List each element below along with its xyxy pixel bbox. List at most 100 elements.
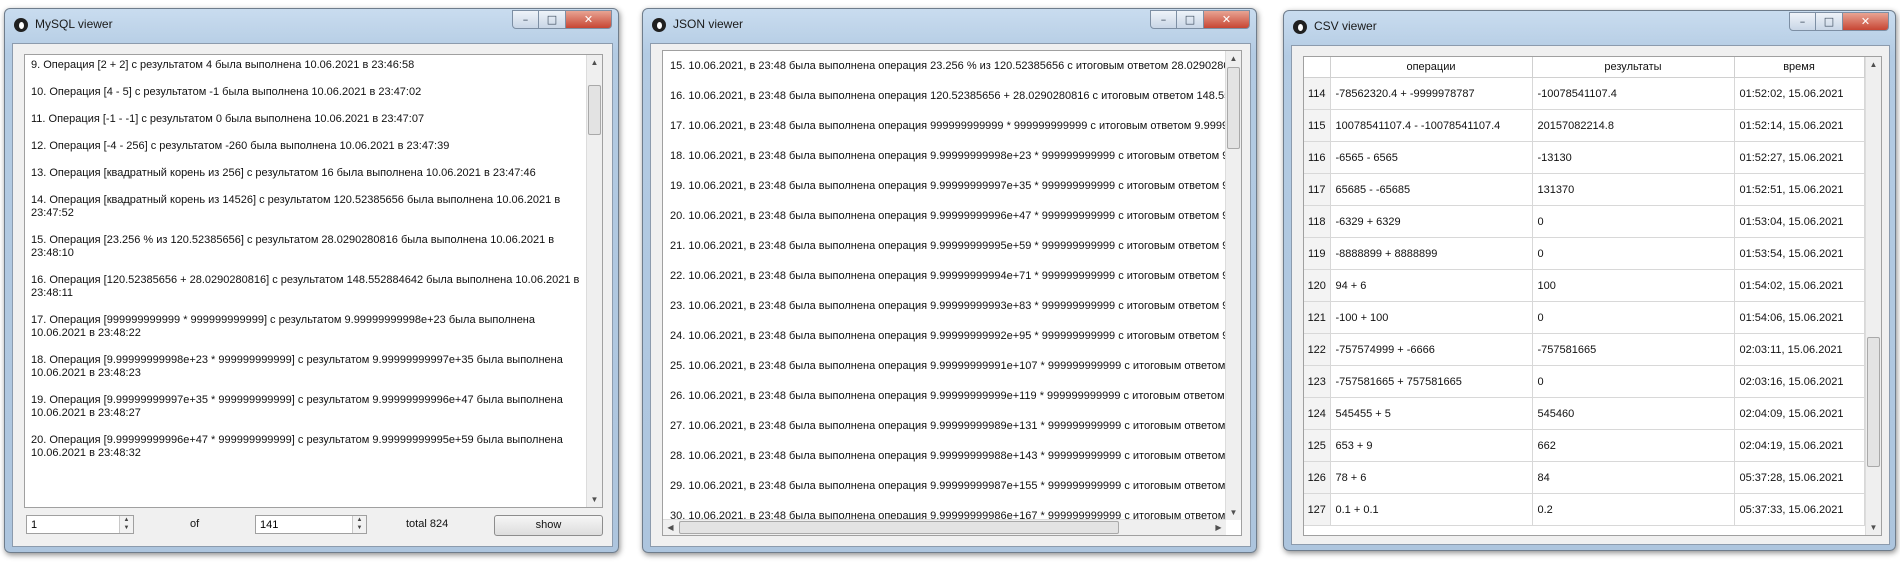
table-row[interactable]: 116 -6565 - 6565 -13130 01:52:27, 15.06.202…: [1304, 141, 1865, 174]
list-item[interactable]: 20. 10.06.2021, в 23:48 была выполнена о…: [663, 201, 1225, 231]
minimize-icon[interactable]: –: [512, 10, 539, 29]
operation-cell[interactable]: 0.1 + 0.1: [1330, 493, 1533, 526]
scroll-thumb[interactable]: [1227, 67, 1240, 149]
result-cell[interactable]: 20157082214.8: [1532, 109, 1735, 142]
time-cell[interactable]: 02:03:16, 15.06.2021: [1734, 365, 1865, 398]
spin-down-icon[interactable]: ▼: [120, 524, 133, 532]
list-item[interactable]: 22. 10.06.2021, в 23:48 была выполнена о…: [663, 261, 1225, 291]
vertical-scrollbar[interactable]: ▲ ▼: [1865, 57, 1881, 535]
list-item[interactable]: 27. 10.06.2021, в 23:48 была выполнена о…: [663, 411, 1225, 441]
list-item[interactable]: 20. Операция [9.99999999996e+47 * 999999…: [31, 434, 580, 460]
time-cell[interactable]: 01:54:02, 15.06.2021: [1734, 269, 1865, 302]
scroll-up-icon[interactable]: ▲: [1866, 57, 1881, 72]
list-item[interactable]: 18. Операция [9.99999999998e+23 * 999999…: [31, 354, 580, 380]
row-index[interactable]: 127: [1304, 493, 1331, 526]
maximize-icon[interactable]: □: [1177, 10, 1204, 29]
scroll-thumb[interactable]: [1867, 337, 1880, 467]
json-titlebar[interactable]: JSON viewer – □ ✕: [643, 9, 1256, 41]
spin-up-icon[interactable]: ▲: [120, 516, 133, 524]
table-row[interactable]: 115 10078541107.4 - -10078541107.4 2015708…: [1304, 109, 1865, 142]
list-item[interactable]: 15. 10.06.2021, в 23:48 была выполнена о…: [663, 51, 1225, 81]
operation-cell[interactable]: 10078541107.4 - -10078541107.4: [1330, 109, 1533, 142]
row-index[interactable]: 119: [1304, 237, 1331, 270]
row-index[interactable]: 118: [1304, 205, 1331, 238]
scroll-thumb[interactable]: [679, 521, 1119, 534]
row-index[interactable]: 122: [1304, 333, 1331, 366]
row-index[interactable]: 123: [1304, 365, 1331, 398]
result-cell[interactable]: 0: [1532, 205, 1735, 238]
page-spinbox[interactable]: 1 ▲ ▼: [26, 515, 134, 534]
result-cell[interactable]: 662: [1532, 429, 1735, 462]
operation-cell[interactable]: 78 + 6: [1330, 461, 1533, 494]
time-cell[interactable]: 01:53:04, 15.06.2021: [1734, 205, 1865, 238]
column-header-results[interactable]: результаты: [1532, 57, 1735, 78]
list-item[interactable]: 11. Операция [-1 - -1] с результатом 0 б…: [31, 113, 580, 126]
time-cell[interactable]: 01:52:27, 15.06.2021: [1734, 141, 1865, 174]
time-cell[interactable]: 01:52:51, 15.06.2021: [1734, 173, 1865, 206]
result-cell[interactable]: -13130: [1532, 141, 1735, 174]
scroll-up-icon[interactable]: ▲: [1226, 51, 1241, 66]
time-cell[interactable]: 02:03:11, 15.06.2021: [1734, 333, 1865, 366]
row-index[interactable]: 116: [1304, 141, 1331, 174]
scroll-down-icon[interactable]: ▼: [1866, 520, 1881, 535]
show-button[interactable]: show: [494, 515, 603, 536]
operation-cell[interactable]: -100 + 100: [1330, 301, 1533, 334]
scroll-right-icon[interactable]: ▶: [1211, 520, 1226, 535]
vertical-scrollbar[interactable]: ▲ ▼: [1225, 51, 1241, 520]
list-item[interactable]: 28. 10.06.2021, в 23:48 была выполнена о…: [663, 441, 1225, 471]
result-cell[interactable]: 84: [1532, 461, 1735, 494]
list-item[interactable]: 17. Операция [999999999999 * 99999999999…: [31, 314, 580, 340]
result-cell[interactable]: 100: [1532, 269, 1735, 302]
row-index[interactable]: 125: [1304, 429, 1331, 462]
scroll-down-icon[interactable]: ▼: [1226, 505, 1241, 520]
table-row[interactable]: 126 78 + 6 84 05:37:28, 15.06.2021: [1304, 461, 1865, 494]
vertical-scrollbar[interactable]: ▲ ▼: [586, 55, 602, 507]
horizontal-scrollbar[interactable]: ◀ ▶: [663, 519, 1226, 535]
time-cell[interactable]: 01:54:06, 15.06.2021: [1734, 301, 1865, 334]
table-row[interactable]: 114 -78562320.4 + -9999978787 -10078541107…: [1304, 77, 1865, 110]
list-item[interactable]: 23. 10.06.2021, в 23:48 была выполнена о…: [663, 291, 1225, 321]
list-item[interactable]: 15. Операция [23.256 % из 120.52385656] …: [31, 234, 580, 260]
spin-up-icon[interactable]: ▲: [353, 516, 366, 524]
list-item[interactable]: 14. Операция [квадратный корень из 14526…: [31, 194, 580, 220]
operation-cell[interactable]: -6565 - 6565: [1330, 141, 1533, 174]
scroll-down-icon[interactable]: ▼: [587, 492, 602, 507]
minimize-icon[interactable]: –: [1150, 10, 1177, 29]
row-index[interactable]: 126: [1304, 461, 1331, 494]
table-row[interactable]: 122 -757574999 + -6666 -757581665 02:03:11,…: [1304, 333, 1865, 366]
table-row[interactable]: 119 -8888899 + 8888899 0 01:53:54, 15.06.20…: [1304, 237, 1865, 270]
operation-cell[interactable]: -757574999 + -6666: [1330, 333, 1533, 366]
scroll-up-icon[interactable]: ▲: [587, 55, 602, 70]
list-item[interactable]: 12. Операция [-4 - 256] с результатом -2…: [31, 140, 580, 153]
result-cell[interactable]: 131370: [1532, 173, 1735, 206]
table-row[interactable]: 125 653 + 9 662 02:04:19, 15.06.2021: [1304, 429, 1865, 462]
operation-cell[interactable]: 653 + 9: [1330, 429, 1533, 462]
row-index[interactable]: 114: [1304, 77, 1331, 110]
operation-cell[interactable]: -8888899 + 8888899: [1330, 237, 1533, 270]
spin-down-icon[interactable]: ▼: [353, 524, 366, 532]
list-item[interactable]: 16. Операция [120.52385656 + 28.02902808…: [31, 274, 580, 300]
list-item[interactable]: 25. 10.06.2021, в 23:48 была выполнена о…: [663, 351, 1225, 381]
list-item[interactable]: 19. 10.06.2021, в 23:48 была выполнена о…: [663, 171, 1225, 201]
table-row[interactable]: 117 65685 - -65685 131370 01:52:51, 15.06.2…: [1304, 173, 1865, 206]
json-records-list[interactable]: 15. 10.06.2021, в 23:48 была выполнена о…: [662, 50, 1242, 536]
time-cell[interactable]: 02:04:09, 15.06.2021: [1734, 397, 1865, 430]
list-item[interactable]: 10. Операция [4 - 5] с результатом -1 бы…: [31, 86, 580, 99]
list-item[interactable]: 29. 10.06.2021, в 23:48 была выполнена о…: [663, 471, 1225, 501]
list-item[interactable]: 13. Операция [квадратный корень из 256] …: [31, 167, 580, 180]
list-item[interactable]: 9. Операция [2 + 2] с результатом 4 была…: [31, 59, 580, 72]
operation-cell[interactable]: -6329 + 6329: [1330, 205, 1533, 238]
list-item[interactable]: 24. 10.06.2021, в 23:48 была выполнена о…: [663, 321, 1225, 351]
close-icon[interactable]: ✕: [566, 10, 612, 29]
row-index[interactable]: 120: [1304, 269, 1331, 302]
row-index[interactable]: 115: [1304, 109, 1331, 142]
csv-titlebar[interactable]: CSV viewer – □ ✕: [1284, 11, 1895, 43]
list-item[interactable]: 16. 10.06.2021, в 23:48 была выполнена о…: [663, 81, 1225, 111]
total-pages-spinbox[interactable]: 141 ▲ ▼: [255, 515, 367, 534]
result-cell[interactable]: -757581665: [1532, 333, 1735, 366]
result-cell[interactable]: 0: [1532, 365, 1735, 398]
operation-cell[interactable]: -78562320.4 + -9999978787: [1330, 77, 1533, 110]
list-item[interactable]: 26. 10.06.2021, в 23:48 была выполнена о…: [663, 381, 1225, 411]
operation-cell[interactable]: -757581665 + 757581665: [1330, 365, 1533, 398]
column-header-time[interactable]: время: [1734, 57, 1865, 78]
